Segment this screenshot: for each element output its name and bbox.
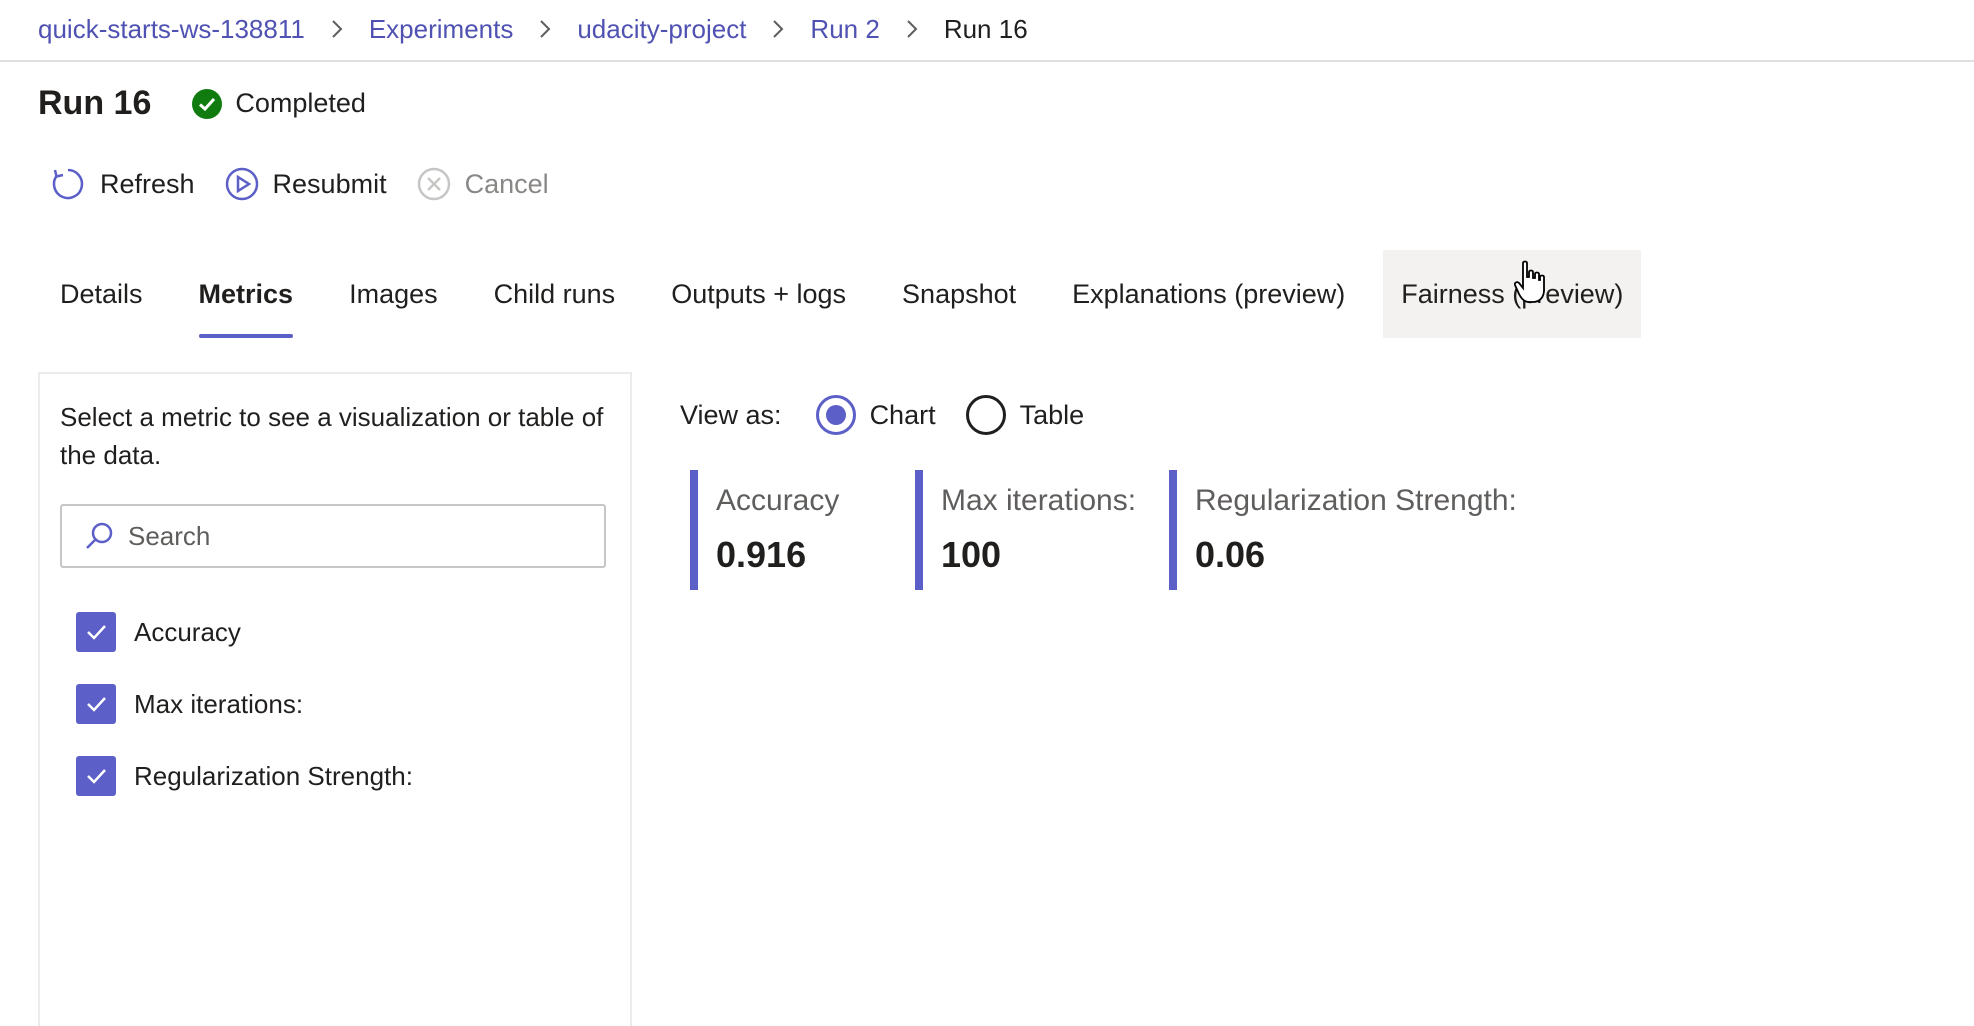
radio-selected-icon[interactable] xyxy=(815,395,856,435)
checkbox-checked-icon[interactable] xyxy=(76,684,116,724)
checkbox-checked-icon[interactable] xyxy=(76,612,116,652)
view-as-group: View as: Chart Table xyxy=(680,390,1114,440)
metric-card-label: Max iterations: xyxy=(941,484,1137,517)
metric-card-regularization-strength: Regularization Strength: 0.06 xyxy=(1169,470,1549,590)
chevron-right-icon xyxy=(539,19,551,39)
breadcrumb-parent-run[interactable]: Run 2 xyxy=(810,14,879,45)
chevron-right-icon xyxy=(772,19,784,39)
cancel-button[interactable]: Cancel xyxy=(417,167,549,201)
metric-checkbox-accuracy[interactable]: Accuracy xyxy=(76,596,413,668)
tab-bar: Details Metrics Images Child runs Output… xyxy=(42,250,1661,338)
tab-outputs-logs[interactable]: Outputs + logs xyxy=(653,250,864,338)
metric-label: Accuracy xyxy=(134,616,241,647)
metric-label: Regularization Strength: xyxy=(134,760,413,791)
tab-details[interactable]: Details xyxy=(42,250,161,338)
breadcrumb-current: Run 16 xyxy=(943,13,1028,44)
metric-card-value: 0.06 xyxy=(1195,534,1266,575)
breadcrumb-experiment[interactable]: udacity-project xyxy=(577,14,746,45)
tab-fairness[interactable]: Fairness (preview) xyxy=(1383,250,1642,338)
status-badge: Completed xyxy=(191,88,366,120)
breadcrumb: quick-starts-ws-138811 Experiments udaci… xyxy=(38,10,1028,48)
metric-card-value: 0.916 xyxy=(716,534,807,575)
search-input[interactable] xyxy=(128,520,568,552)
metric-card-max-iterations: Max iterations: 100 xyxy=(915,470,1149,590)
toolbar: Refresh Resubmit Cancel xyxy=(50,166,579,202)
page-title: Run 16 xyxy=(38,84,152,122)
metric-checkbox-regularization-strength[interactable]: Regularization Strength: xyxy=(76,740,413,812)
chevron-right-icon xyxy=(331,19,343,39)
metric-checkbox-max-iterations[interactable]: Max iterations: xyxy=(76,668,413,740)
metric-card-label: Accuracy xyxy=(716,484,840,517)
metric-label: Max iterations: xyxy=(134,688,304,719)
chevron-right-icon xyxy=(906,19,918,39)
radio-table[interactable]: Table xyxy=(965,395,1085,435)
metric-selector-panel: Select a metric to see a visualization o… xyxy=(38,372,632,1026)
resubmit-label: Resubmit xyxy=(272,168,387,199)
radio-table-label: Table xyxy=(1019,399,1085,430)
checkbox-checked-icon[interactable] xyxy=(76,756,116,796)
metric-card-label: Regularization Strength: xyxy=(1195,484,1517,517)
tab-explanations[interactable]: Explanations (preview) xyxy=(1054,250,1363,338)
tab-metrics[interactable]: Metrics xyxy=(181,250,312,338)
breadcrumb-workspace[interactable]: quick-starts-ws-138811 xyxy=(38,14,305,45)
refresh-label: Refresh xyxy=(100,168,195,199)
metric-card-value: 100 xyxy=(941,534,1002,575)
cancel-label: Cancel xyxy=(464,168,549,199)
resubmit-button[interactable]: Resubmit xyxy=(225,167,387,201)
tab-images[interactable]: Images xyxy=(331,250,456,338)
search-icon xyxy=(86,522,113,549)
radio-chart[interactable]: Chart xyxy=(815,395,936,435)
refresh-icon xyxy=(52,168,84,200)
hand-pointer-icon xyxy=(1514,260,1545,303)
tab-child-runs[interactable]: Child runs xyxy=(476,250,634,338)
header-divider xyxy=(0,60,1974,62)
view-as-label: View as: xyxy=(680,399,782,430)
radio-chart-label: Chart xyxy=(869,399,936,430)
metric-list: Accuracy Max iterations: Regularization … xyxy=(76,596,413,812)
check-circle-icon xyxy=(192,88,223,119)
title-row: Run 16 Completed xyxy=(38,84,366,123)
search-box[interactable] xyxy=(60,504,606,568)
radio-unselected-icon[interactable] xyxy=(965,395,1006,435)
refresh-button[interactable]: Refresh xyxy=(50,166,195,202)
status-text: Completed xyxy=(235,88,366,118)
breadcrumb-experiments[interactable]: Experiments xyxy=(369,14,514,45)
panel-hint: Select a metric to see a visualization o… xyxy=(60,402,604,470)
cancel-circle-icon xyxy=(417,167,450,201)
metric-cards: Accuracy 0.916 Max iterations: 100 Regul… xyxy=(690,470,1569,590)
play-circle-icon xyxy=(225,167,258,201)
tab-snapshot[interactable]: Snapshot xyxy=(884,250,1034,338)
metric-card-accuracy: Accuracy 0.916 xyxy=(690,470,895,590)
